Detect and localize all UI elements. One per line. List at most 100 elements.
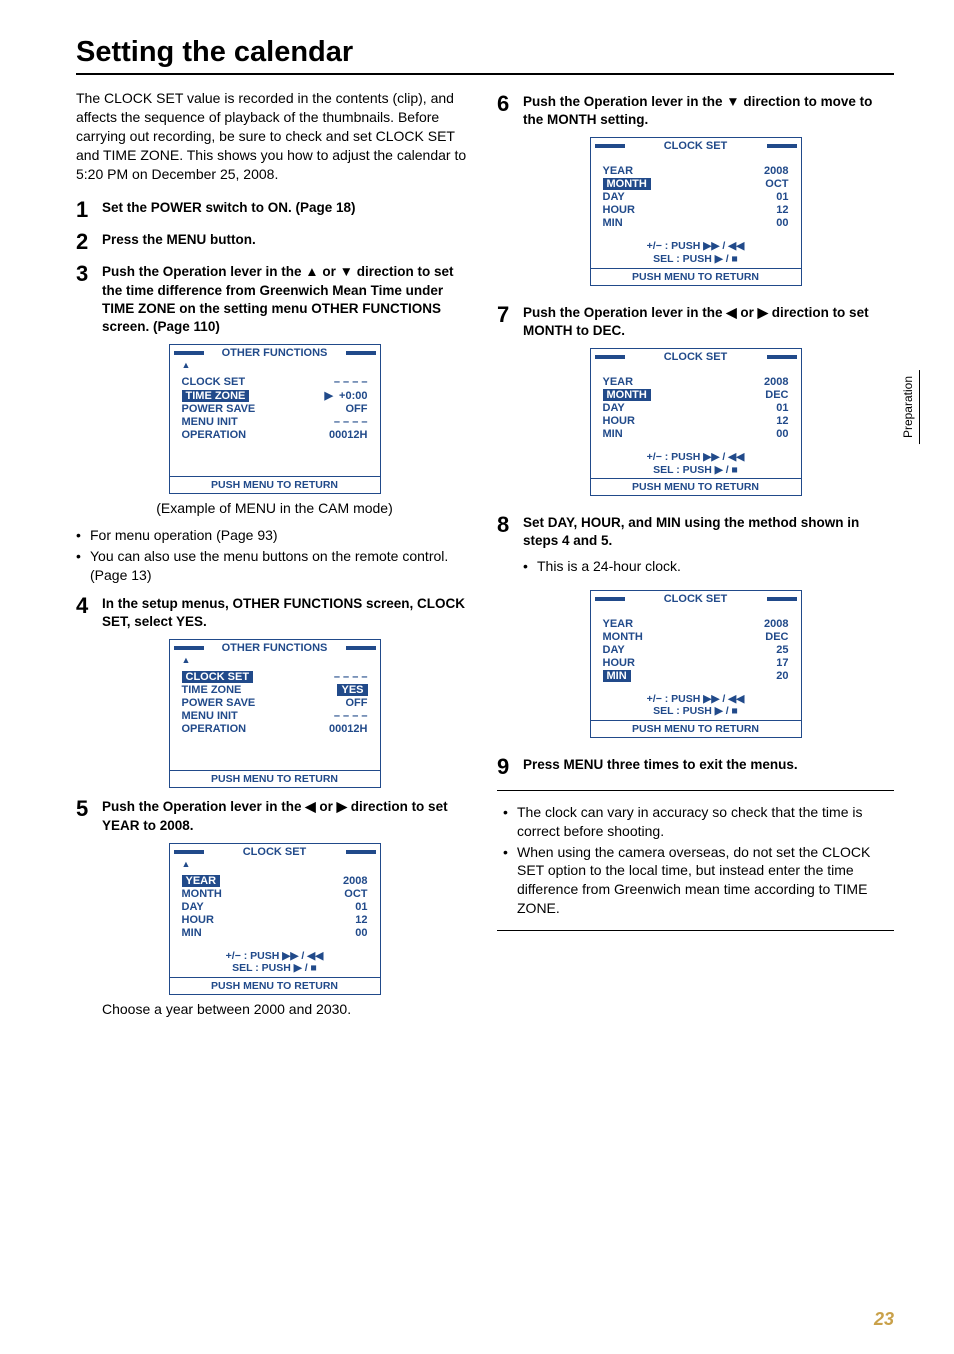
page-title: Setting the calendar [76,36,894,75]
menu-value: OFF [346,403,368,415]
menu-value: 00 [776,217,788,229]
menu-value: 2008 [764,165,788,177]
step-2: 2 Press the MENU button. [76,231,473,253]
list-item: The clock can vary in accuracy so check … [503,803,894,841]
menu-title: CLOCK SET [170,844,380,860]
menu-item: CLOCK SET [182,376,246,388]
step-instruction: In the setup menus, OTHER FUNCTIONS scre… [102,595,473,631]
step-instruction: Push the Operation lever in the ▼ direct… [523,93,894,129]
step-number: 7 [497,304,523,326]
menu-value: – – – – [334,671,368,683]
menu-value: 00 [355,927,367,939]
menu-value: 20 [776,670,788,682]
notes-box: The clock can vary in accuracy so check … [497,790,894,931]
step-5: 5 Push the Operation lever in the ◀ or ▶… [76,798,473,834]
menu-value: 00 [776,428,788,440]
menu-value: OCT [765,178,788,190]
menu-clock-set-min: CLOCK SET YEAR2008 MONTHDEC DAY25 HOUR17… [590,590,802,738]
list-item: When using the camera overseas, do not s… [503,843,894,919]
menu-caption: (Example of MENU in the CAM mode) [76,500,473,516]
menu-item: DAY [603,644,625,656]
menu-value: 2008 [764,376,788,388]
menu-value: 00012H [329,723,368,735]
menu-value: 00012H [329,429,368,441]
list-item: For menu operation (Page 93) [76,526,473,545]
step-1: 1 Set the POWER switch to ON. (Page 18) [76,199,473,221]
menu-item: YEAR [603,618,634,630]
step3-notes: For menu operation (Page 93) You can als… [76,526,473,585]
menu-other-functions-1: OTHER FUNCTIONS ▲ CLOCK SET– – – – TIME … [169,344,381,494]
menu-value: 12 [776,204,788,216]
menu-value: 01 [776,191,788,203]
menu-value: DEC [765,631,788,643]
menu-value: 01 [355,901,367,913]
menu-footer: PUSH MENU TO RETURN [591,720,801,737]
step-number: 6 [497,93,523,115]
menu-value: ▶ +0:00 [324,389,367,402]
menu-value: – – – – [334,416,368,428]
menu-value: 25 [776,644,788,656]
menu-footer: PUSH MENU TO RETURN [170,476,380,493]
menu-item-highlighted: MONTH [603,389,651,401]
menu-value: 2008 [343,875,367,887]
step-instruction: Set the POWER switch to ON. (Page 18) [102,199,473,217]
menu-item: POWER SAVE [182,697,256,709]
menu-item: POWER SAVE [182,403,256,415]
step-number: 9 [497,756,523,778]
menu-value: 12 [776,415,788,427]
menu-item: DAY [603,191,625,203]
menu-item: YEAR [603,165,634,177]
menu-item: MONTH [603,631,643,643]
intro-paragraph: The CLOCK SET value is recorded in the c… [76,89,473,183]
menu-title: CLOCK SET [591,591,801,607]
menu-value: DEC [765,389,788,401]
menu-item: HOUR [603,657,635,669]
menu-value: 01 [776,402,788,414]
menu-item: YEAR [603,376,634,388]
step-6: 6 Push the Operation lever in the ▼ dire… [497,93,894,129]
menu-title: OTHER FUNCTIONS [170,345,380,361]
menu-title: OTHER FUNCTIONS [170,640,380,656]
step-4: 4 In the setup menus, OTHER FUNCTIONS sc… [76,595,473,631]
menu-item-highlighted: MONTH [603,178,651,190]
menu-value: – – – – [334,710,368,722]
step-instruction: Set DAY, HOUR, and MIN using the method … [523,514,894,550]
step5-footnote: Choose a year between 2000 and 2030. [102,1001,473,1017]
menu-item: MIN [603,217,623,229]
menu-item: OPERATION [182,429,247,441]
menu-item-highlighted: CLOCK SET [182,671,254,683]
menu-other-functions-2: OTHER FUNCTIONS ▲ CLOCK SET– – – – TIME … [169,639,381,788]
menu-item-highlighted: YEAR [182,875,221,887]
menu-hints: +/− : PUSH ▶▶ / ◀◀ SEL : PUSH ▶ / ■ [591,234,801,267]
step-number: 3 [76,263,102,285]
menu-item: HOUR [603,415,635,427]
menu-item: HOUR [182,914,214,926]
menu-item-highlighted: MIN [603,670,631,682]
step-instruction: Push the Operation lever in the ▲ or ▼ d… [102,263,473,336]
step-instruction: Push the Operation lever in the ◀ or ▶ d… [523,304,894,340]
step-9: 9 Press MENU three times to exit the men… [497,756,894,778]
menu-item: DAY [182,901,204,913]
step-number: 5 [76,798,102,820]
menu-hints: +/− : PUSH ▶▶ / ◀◀ SEL : PUSH ▶ / ■ [591,687,801,720]
menu-value: – – – – [334,376,368,388]
menu-footer: PUSH MENU TO RETURN [170,977,380,994]
menu-value: 12 [355,914,367,926]
step-instruction: Press the MENU button. [102,231,473,249]
step-3: 3 Push the Operation lever in the ▲ or ▼… [76,263,473,336]
menu-item: MIN [182,927,202,939]
menu-item: MENU INIT [182,416,238,428]
menu-clock-set-month-oct: CLOCK SET YEAR2008 MONTHOCT DAY01 HOUR12… [590,137,802,285]
menu-clock-set-month-dec: CLOCK SET YEAR2008 MONTHDEC DAY01 HOUR12… [590,348,802,496]
menu-value: 2008 [764,618,788,630]
menu-item: MENU INIT [182,710,238,722]
step-7: 7 Push the Operation lever in the ◀ or ▶… [497,304,894,340]
step-8: 8 Set DAY, HOUR, and MIN using the metho… [497,514,894,581]
step8-sub: This is a 24-hour clock. [523,557,894,576]
step-instruction: Press MENU three times to exit the menus… [523,756,894,774]
menu-clock-set-year: CLOCK SET ▲ YEAR2008 MONTHOCT DAY01 HOUR… [169,843,381,995]
menu-item: MONTH [182,888,222,900]
page-number: 23 [874,1309,894,1330]
menu-item: DAY [603,402,625,414]
menu-hints: +/− : PUSH ▶▶ / ◀◀ SEL : PUSH ▶ / ■ [591,445,801,478]
